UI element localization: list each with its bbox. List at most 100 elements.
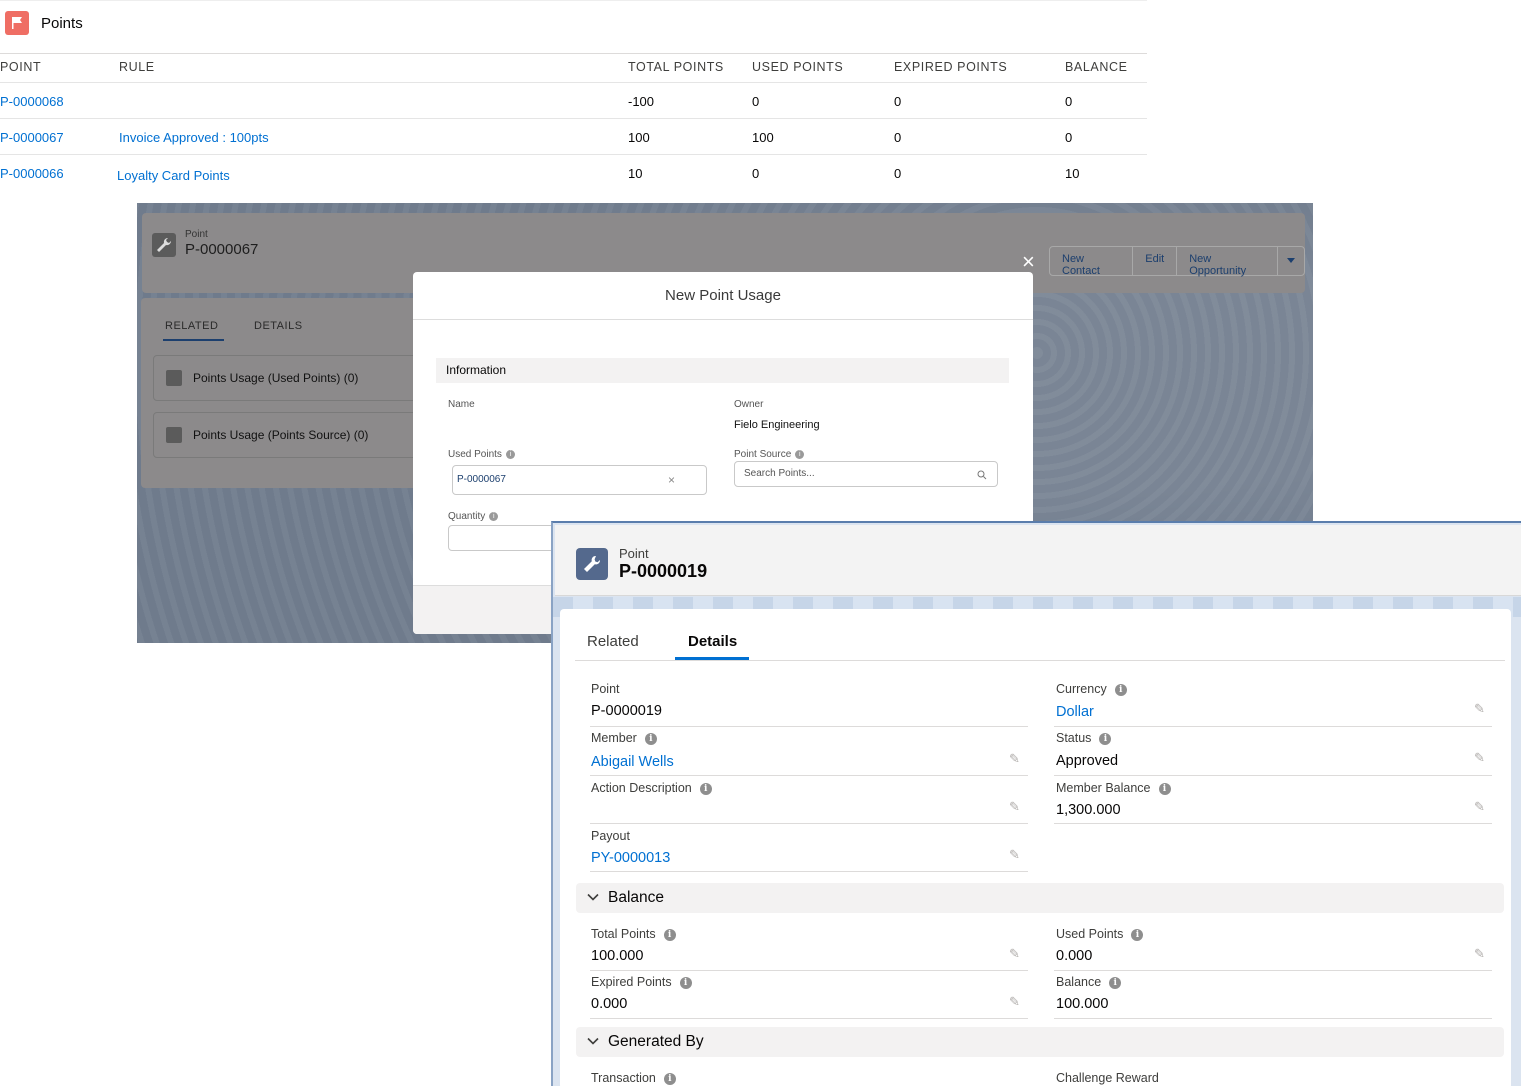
tab-related[interactable]: Related — [587, 633, 639, 650]
member-balance-label: Member Balance i — [1056, 781, 1171, 795]
wrench-icon — [152, 233, 176, 257]
member-balance-value: 1,300.000 — [1056, 802, 1121, 818]
close-icon[interactable]: × — [1022, 251, 1035, 273]
bg-tabs-panel: RELATED DETAILS Points Usage (Used Point… — [141, 298, 418, 488]
points-list-title[interactable]: Points — [41, 15, 83, 32]
bg-record-name: P-0000067 — [185, 241, 259, 258]
related-card[interactable]: Points Usage (Points Source) (0) — [153, 412, 417, 458]
info-icon: i — [663, 929, 676, 941]
col-header-expired-points[interactable]: EXPIRED POINTS — [894, 60, 1007, 74]
quantity-label: Quantity i — [448, 511, 499, 522]
point-link[interactable]: P-0000068 — [0, 94, 64, 109]
info-icon: i — [679, 977, 692, 989]
currency-link[interactable]: Dollar — [1056, 704, 1094, 720]
tab-related[interactable]: RELATED — [165, 320, 218, 332]
tab-divider — [575, 660, 1505, 661]
info-icon: i — [663, 1073, 676, 1085]
table-row: P-0000068 -100 0 0 0 — [0, 82, 1147, 119]
related-card[interactable]: Points Usage (Used Points) (0) — [153, 355, 417, 401]
expired-points-cell: 0 — [894, 166, 902, 181]
clear-icon[interactable]: × — [668, 473, 675, 487]
wrench-icon — [166, 370, 182, 386]
col-header-used-points[interactable]: USED POINTS — [752, 60, 843, 74]
new-opportunity-button[interactable]: New Opportunity — [1177, 247, 1278, 277]
tab-underline — [163, 339, 224, 341]
point-label: Point — [591, 682, 620, 696]
pencil-icon[interactable]: ✎ — [1009, 752, 1023, 766]
total-points-cell: 100 — [628, 130, 650, 145]
bg-action-buttons: New Contact Edit New Opportunity — [1049, 246, 1305, 277]
field-divider — [590, 823, 1028, 824]
generated-by-section-header[interactable]: Generated By — [576, 1027, 1504, 1057]
quantity-input[interactable] — [448, 525, 558, 551]
status-value: Approved — [1056, 753, 1119, 769]
chevron-down-icon — [1287, 258, 1295, 263]
info-icon: i — [1131, 929, 1144, 941]
point-value: P-0000019 — [591, 703, 662, 719]
col-header-total-points[interactable]: TOTAL POINTS — [628, 60, 724, 74]
status-label: Status i — [1056, 731, 1112, 745]
info-icon: i — [795, 449, 805, 459]
field-divider — [590, 726, 1028, 727]
pencil-icon[interactable]: ✎ — [1474, 751, 1488, 765]
member-link[interactable]: Abigail Wells — [591, 754, 674, 770]
tab-details[interactable]: DETAILS — [254, 320, 303, 332]
balance-cell: 10 — [1065, 166, 1080, 181]
more-actions-button[interactable] — [1278, 247, 1304, 275]
related-card-title: Points Usage (Used Points) (0) — [193, 371, 359, 385]
name-label: Name — [448, 399, 475, 410]
information-section: Information — [436, 358, 1009, 383]
new-contact-button[interactable]: New Contact — [1050, 247, 1134, 277]
pencil-icon[interactable]: ✎ — [1009, 947, 1023, 961]
expired-points-label: Expired Points i — [591, 975, 692, 989]
info-icon: i — [644, 733, 657, 745]
flag-icon — [5, 11, 29, 35]
payout-link[interactable]: PY-0000013 — [591, 850, 670, 866]
pencil-icon[interactable]: ✎ — [1009, 800, 1023, 814]
action-description-label: Action Description i — [591, 781, 712, 795]
pencil-icon[interactable]: ✎ — [1474, 800, 1488, 814]
point-link[interactable]: P-0000067 — [0, 130, 64, 145]
pencil-icon[interactable]: ✎ — [1009, 995, 1023, 1009]
info-icon: i — [1114, 684, 1127, 696]
rule-link[interactable]: Invoice Approved : 100pts — [119, 130, 269, 145]
expired-points-value: 0.000 — [591, 996, 628, 1012]
table-row: P-0000066 Loyalty Card Points 10 0 0 10 — [0, 154, 1147, 191]
owner-label: Owner — [734, 399, 764, 410]
info-icon: i — [1158, 783, 1171, 795]
info-icon: i — [1109, 977, 1122, 989]
field-divider — [1054, 775, 1492, 776]
balance-cell: 0 — [1065, 94, 1073, 109]
field-divider — [590, 775, 1028, 776]
field-divider — [1054, 726, 1492, 727]
info-icon: i — [489, 511, 499, 521]
balance-label: Balance i — [1056, 975, 1122, 989]
field-divider — [1054, 1018, 1492, 1019]
point-link[interactable]: P-0000066 — [0, 166, 64, 181]
tab-details[interactable]: Details — [688, 633, 737, 650]
edit-button[interactable]: Edit — [1133, 247, 1178, 275]
balance-section-header[interactable]: Balance — [576, 883, 1504, 913]
rule-link[interactable]: Loyalty Card Points — [117, 168, 230, 183]
used-points-input[interactable]: P-0000067 × — [452, 465, 707, 495]
field-divider — [1054, 823, 1492, 824]
col-header-balance[interactable]: BALANCE — [1065, 60, 1128, 74]
field-divider — [1054, 970, 1492, 971]
point-source-input[interactable]: Search Points... — [734, 461, 998, 487]
points-list-header: Points — [0, 0, 1147, 54]
transaction-label: Transaction i — [591, 1071, 676, 1085]
record-detail-card: Related Details Point P-0000019 Member i … — [560, 609, 1511, 1086]
owner-value: Fielo Engineering — [734, 419, 820, 431]
balance-value: 100.000 — [1056, 996, 1109, 1012]
balance-section-title: Balance — [608, 889, 665, 906]
col-header-rule[interactable]: RULE — [119, 60, 155, 74]
total-points-label: Total Points i — [591, 927, 676, 941]
member-label: Member i — [591, 731, 657, 745]
col-header-point[interactable]: POINT — [0, 60, 41, 74]
total-points-cell: -100 — [628, 94, 655, 109]
chevron-down-icon — [587, 893, 599, 901]
pencil-icon[interactable]: ✎ — [1474, 947, 1488, 961]
pencil-icon[interactable]: ✎ — [1474, 702, 1488, 716]
used-points-label: Used Points i — [1056, 927, 1144, 941]
pencil-icon[interactable]: ✎ — [1009, 848, 1023, 862]
